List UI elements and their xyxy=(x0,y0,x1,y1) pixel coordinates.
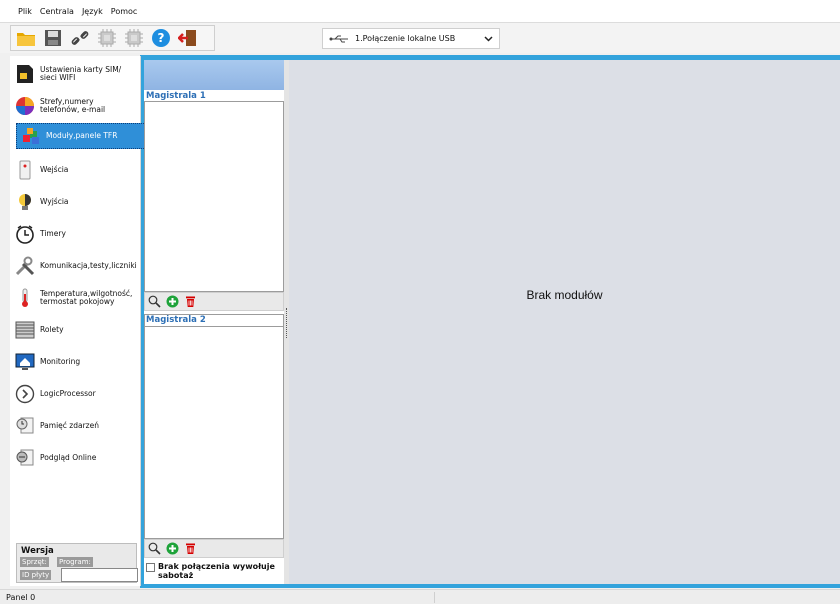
toolbar-group: ? xyxy=(10,25,215,51)
event-memory-icon xyxy=(15,416,35,436)
sidebar-item-monitoring[interactable]: Monitoring xyxy=(15,347,135,377)
search-icon[interactable] xyxy=(147,542,161,556)
toolbar: ? 1.Połączenie lokalne USB xyxy=(0,23,840,53)
menu-help[interactable]: Pomoc xyxy=(111,7,138,16)
sidebar-item-temperature[interactable]: Temperatura,wilgotność, termostat pokojo… xyxy=(15,283,135,313)
shutter-icon xyxy=(15,320,35,340)
usb-icon xyxy=(329,35,348,42)
bus-2-controls xyxy=(144,539,284,558)
modules-icon xyxy=(21,126,41,146)
svg-text:?: ? xyxy=(158,31,165,45)
status-panel: Panel 0 xyxy=(6,592,36,602)
sidebar-item-outputs[interactable]: Wyjścia xyxy=(15,187,135,217)
chevron-down-icon xyxy=(484,36,493,42)
bulb-icon xyxy=(15,192,35,212)
search-icon[interactable] xyxy=(147,295,161,309)
sidebar-item-logicprocessor[interactable]: LogicProcessor xyxy=(15,379,135,409)
help-icon: ? xyxy=(152,29,170,47)
bus-1-list[interactable] xyxy=(144,101,284,292)
online-preview-icon xyxy=(15,448,35,468)
bus-2-label-frame xyxy=(144,314,284,326)
status-divider xyxy=(434,592,435,603)
board-id-label: ID płyty xyxy=(20,570,52,580)
chip-icon xyxy=(125,29,143,47)
monitor-home-icon xyxy=(15,352,35,372)
tools-icon xyxy=(15,256,35,276)
save-button[interactable] xyxy=(42,27,64,49)
add-icon[interactable] xyxy=(165,295,179,309)
sidebar-item-timers[interactable]: Timery xyxy=(15,219,135,249)
sidebar-item-communication[interactable]: Komunikacja,testy,liczniki xyxy=(15,251,137,281)
menu-language[interactable]: Język xyxy=(82,7,103,16)
connect-button[interactable] xyxy=(69,27,91,49)
add-icon[interactable] xyxy=(165,542,179,556)
empty-message: Brak modułów xyxy=(526,288,603,302)
sidebar: Ustawienia karty SIM/ sieci WIFI Strefy,… xyxy=(10,56,146,586)
motion-sensor-icon xyxy=(15,160,35,180)
menu-file[interactable]: Plik xyxy=(18,7,32,16)
clock-icon xyxy=(15,224,35,244)
chip-read-button[interactable] xyxy=(96,27,118,49)
menu-bar: Plik Centrala Język Pomoc xyxy=(0,0,840,23)
hardware-version: Sprzęt: xyxy=(20,557,49,567)
thermometer-icon xyxy=(15,288,35,308)
bus-panel: Magistrala 1 Magistrala 2 Brak połączeni… xyxy=(144,60,284,584)
floppy-icon xyxy=(45,30,61,46)
sim-card-icon xyxy=(15,64,35,84)
sidebar-item-shutters[interactable]: Rolety xyxy=(15,315,135,345)
sabotage-label: Brak połączenia wywołuje sabotaż xyxy=(158,562,275,580)
folder-icon xyxy=(17,33,35,46)
splitter-grip[interactable] xyxy=(286,308,287,338)
menu-central[interactable]: Centrala xyxy=(40,7,74,16)
exit-button[interactable] xyxy=(177,27,199,49)
status-bar: Panel 0 xyxy=(0,589,840,604)
bus-1-controls xyxy=(144,292,284,311)
sidebar-item-modules[interactable]: Moduły,panele TFR xyxy=(16,123,146,149)
bus-1-label: Magistrala 1 xyxy=(146,91,206,101)
board-id-field[interactable] xyxy=(61,568,138,582)
zones-pie-icon xyxy=(15,96,35,116)
chain-link-icon xyxy=(71,31,89,45)
sabotage-checkbox[interactable] xyxy=(146,563,155,572)
open-folder-button[interactable] xyxy=(15,27,37,49)
bus-panel-header xyxy=(144,60,284,90)
program-version: Program: xyxy=(57,557,93,567)
sidebar-item-event-memory[interactable]: Pamięć zdarzeń xyxy=(15,411,135,441)
exit-door-icon xyxy=(178,30,196,46)
delete-icon[interactable] xyxy=(183,542,197,556)
connection-select[interactable]: 1.Połączenie lokalne USB xyxy=(322,28,500,49)
sidebar-item-zones[interactable]: Strefy,numery telefonów, e-mail xyxy=(15,91,135,121)
modules-area: Brak modułów xyxy=(289,60,840,584)
sidebar-item-online-preview[interactable]: Podgląd Online xyxy=(15,443,135,473)
chip-write-button[interactable] xyxy=(123,27,145,49)
version-title: Wersja xyxy=(21,546,54,556)
version-panel: Wersja Sprzęt: Program: ID płyty xyxy=(16,543,138,583)
sidebar-item-sim[interactable]: Ustawienia karty SIM/ sieci WIFI xyxy=(15,59,135,89)
chip-icon xyxy=(98,29,116,47)
sidebar-item-inputs[interactable]: Wejścia xyxy=(15,155,135,185)
logic-head-icon xyxy=(15,384,35,404)
bus-2-list[interactable] xyxy=(144,326,284,539)
connection-value: 1.Połączenie lokalne USB xyxy=(355,34,456,43)
sabotage-option[interactable]: Brak połączenia wywołuje sabotaż xyxy=(146,562,282,580)
delete-icon[interactable] xyxy=(183,295,197,309)
help-button[interactable]: ? xyxy=(150,27,172,49)
